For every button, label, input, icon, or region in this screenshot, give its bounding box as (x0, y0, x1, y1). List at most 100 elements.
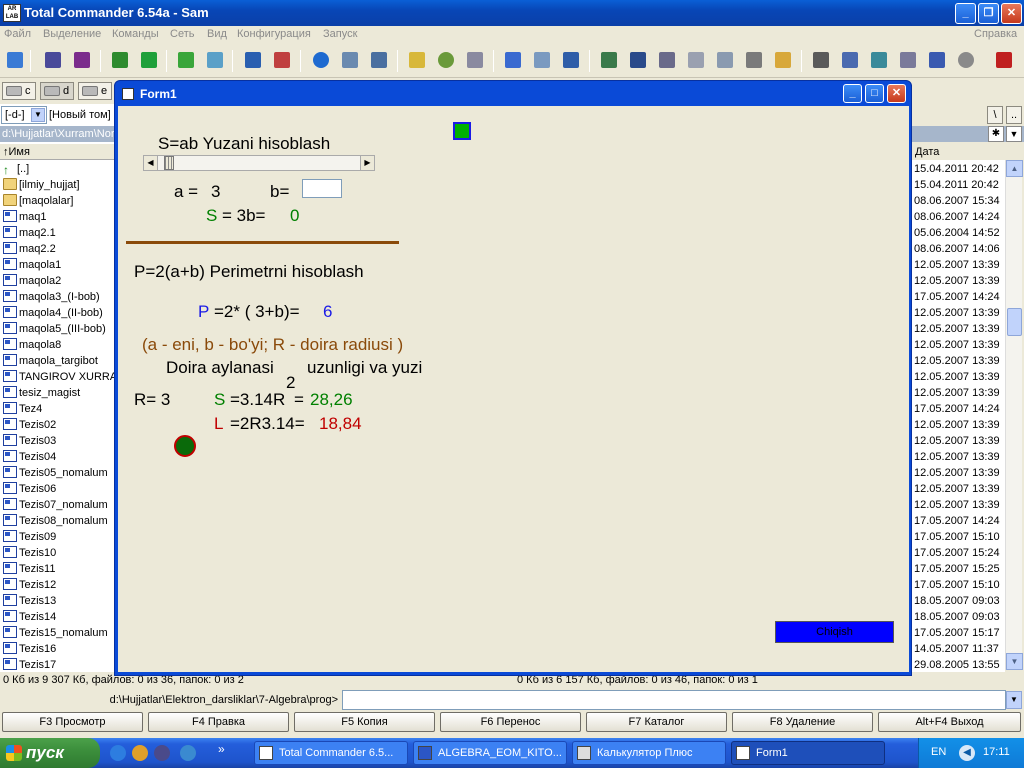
menu-view[interactable]: Вид (207, 28, 227, 40)
search-icon[interactable] (534, 52, 550, 68)
f7-mkdir-button[interactable]: F7 Каталог (586, 712, 727, 732)
settings-gear-icon[interactable] (958, 52, 974, 68)
command-line-input[interactable] (342, 690, 1006, 710)
star-icon[interactable]: ✱ (988, 126, 1004, 142)
form1-maximize-button[interactable]: □ (865, 84, 884, 103)
file-row[interactable]: Tezis16 (3, 641, 117, 657)
date-cell[interactable]: 08.06.2007 14:06 (914, 241, 1000, 257)
date-cell[interactable]: 17.05.2007 14:24 (914, 289, 1000, 305)
b-input[interactable] (302, 179, 342, 198)
file-row[interactable]: Tezis09 (3, 529, 117, 545)
disk-icon[interactable] (717, 52, 733, 68)
form1-close-button[interactable]: ✕ (887, 84, 906, 103)
date-cell[interactable]: 12.05.2007 13:39 (914, 337, 1000, 353)
f3-view-button[interactable]: F3 Просмотр (2, 712, 143, 732)
left-path-bar[interactable]: d:\Hujjatlar\Xurram\Nor (0, 126, 118, 142)
file-row[interactable]: Tezis07_nomalum (3, 497, 117, 513)
fonts-icon[interactable] (775, 52, 791, 68)
column-header-name[interactable]: ↑Имя (0, 144, 118, 160)
language-indicator[interactable]: EN (931, 746, 946, 758)
date-cell[interactable]: 17.05.2007 15:17 (914, 625, 1000, 641)
date-cell[interactable]: 08.06.2007 14:24 (914, 209, 1000, 225)
date-cell[interactable]: 12.05.2007 13:39 (914, 481, 1000, 497)
file-row[interactable]: maq2.1 (3, 225, 117, 241)
f6-move-button[interactable]: F6 Перенос (440, 712, 581, 732)
menu-help[interactable]: Справка (974, 28, 1017, 40)
date-cell[interactable]: 12.05.2007 13:39 (914, 321, 1000, 337)
system-icon[interactable] (659, 52, 675, 68)
control-panel-icon[interactable] (601, 52, 617, 68)
date-cell[interactable]: 12.05.2007 13:39 (914, 465, 1000, 481)
scrollbar-thumb[interactable] (1007, 308, 1022, 336)
root-button[interactable]: \ (987, 106, 1003, 124)
minimize-button[interactable]: _ (955, 3, 976, 24)
network-drive-icon[interactable] (871, 52, 887, 68)
task-total-commander[interactable]: Total Commander 6.5... (254, 741, 408, 765)
scroll-up-icon[interactable]: ▲ (1006, 160, 1023, 177)
date-cell[interactable]: 12.05.2007 13:39 (914, 385, 1000, 401)
date-cell[interactable]: 15.04.2011 20:42 (914, 177, 999, 193)
scrollbar-thumb[interactable] (164, 156, 174, 170)
date-cell[interactable]: 12.05.2007 13:39 (914, 417, 1000, 433)
file-row[interactable]: Tezis05_nomalum (3, 465, 117, 481)
help-book-icon[interactable] (842, 52, 858, 68)
menu-launch[interactable]: Запуск (323, 28, 357, 40)
date-cell[interactable]: 17.05.2007 15:10 (914, 529, 1000, 545)
form1-minimize-button[interactable]: _ (843, 84, 862, 103)
date-cell[interactable]: 12.05.2007 13:39 (914, 433, 1000, 449)
file-row[interactable]: maqola2 (3, 273, 117, 289)
full-view-icon[interactable] (74, 52, 90, 68)
date-cell[interactable]: 12.05.2007 13:39 (914, 497, 1000, 513)
clock-icon[interactable] (813, 52, 829, 68)
date-cell[interactable]: 15.04.2011 20:42 (914, 161, 999, 177)
f5-copy-button[interactable]: F5 Копия (294, 712, 435, 732)
right-scrollbar[interactable]: ▲ ▼ (1005, 160, 1023, 670)
chevron-down-icon[interactable]: ▼ (1006, 691, 1022, 709)
menu-configuration[interactable]: Конфигурация (237, 28, 311, 40)
printer-icon[interactable] (746, 52, 762, 68)
file-row[interactable]: [ilmiy_hujjat] (3, 177, 117, 193)
file-row[interactable]: maqola1 (3, 257, 117, 273)
swap-panels-icon[interactable] (178, 52, 194, 68)
date-cell[interactable]: 12.05.2007 13:39 (914, 449, 1000, 465)
file-row[interactable]: Tez4 (3, 401, 117, 417)
file-row[interactable]: maqola4_(II-bob) (3, 305, 117, 321)
file-row[interactable]: maqola5_(III-bob) (3, 321, 117, 337)
file-row[interactable]: tesiz_magist (3, 385, 117, 401)
terminal-icon[interactable] (563, 52, 579, 68)
sound-icon[interactable] (900, 52, 916, 68)
browser-icon[interactable] (313, 52, 329, 68)
exit-icon[interactable] (996, 52, 1012, 68)
file-row[interactable]: maqola8 (3, 337, 117, 353)
pack-icon[interactable] (141, 52, 157, 68)
date-cell[interactable]: 18.05.2007 09:03 (914, 593, 1000, 609)
drive-button-c[interactable]: c (2, 82, 36, 100)
date-cell[interactable]: 05.06.2004 14:52 (914, 225, 1000, 241)
date-cell[interactable]: 08.06.2007 15:34 (914, 193, 1000, 209)
sort-icon[interactable] (245, 52, 261, 68)
quicklaunch-icon[interactable] (180, 745, 196, 761)
chevron-double-icon[interactable]: » (218, 742, 225, 756)
file-row[interactable]: Tezis03 (3, 433, 117, 449)
start-button[interactable]: пуск (0, 738, 100, 768)
recycle-bin-icon[interactable] (688, 52, 704, 68)
file-row[interactable]: Tezis08_nomalum (3, 513, 117, 529)
file-row[interactable]: Tezis04 (3, 449, 117, 465)
task-word-document[interactable]: ALGEBRA_EOM_KITO... (413, 741, 567, 765)
file-row[interactable]: [maqolalar] (3, 193, 117, 209)
desktop-icon[interactable] (132, 745, 148, 761)
notepad-icon[interactable] (409, 52, 425, 68)
drive-combo[interactable]: [-d-] ▼ (1, 106, 47, 124)
altf4-exit-button[interactable]: Alt+F4 Выход (878, 712, 1021, 732)
chevron-down-icon[interactable]: ▼ (31, 108, 45, 122)
date-cell[interactable]: 12.05.2007 13:39 (914, 257, 1000, 273)
back-arrow-icon[interactable]: ◀ (959, 745, 975, 761)
compare-icon[interactable] (207, 52, 223, 68)
date-cell[interactable]: 17.05.2007 15:25 (914, 561, 1000, 577)
scroll-left-icon[interactable]: ◀ (144, 156, 158, 170)
checklist-icon[interactable] (274, 52, 290, 68)
scroll-down-icon[interactable]: ▼ (1006, 653, 1023, 670)
ie-icon[interactable] (110, 745, 126, 761)
date-cell[interactable]: 14.05.2007 11:37 (914, 641, 999, 657)
date-cell[interactable]: 17.05.2007 15:24 (914, 545, 1000, 561)
